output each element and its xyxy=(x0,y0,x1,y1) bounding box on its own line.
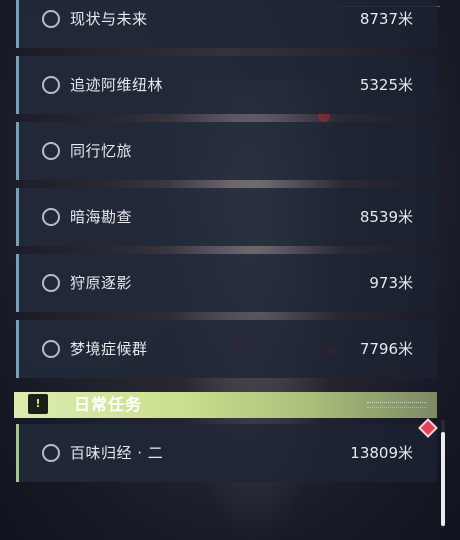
quest-status-circle-icon xyxy=(42,10,60,28)
scrollbar-thumb[interactable] xyxy=(441,432,445,526)
quest-name: 同行忆旅 xyxy=(70,142,133,160)
quest-status-circle-icon xyxy=(42,444,60,462)
quest-name: 暗海勘查 xyxy=(70,208,133,226)
quest-name: 狩原逐影 xyxy=(70,274,133,292)
quest-row[interactable]: 梦境症候群 7796米 xyxy=(16,320,437,378)
quest-row[interactable]: 追迹阿维纽林 5325米 xyxy=(16,56,437,114)
quest-row[interactable]: 暗海勘查 8539米 xyxy=(16,188,437,246)
quest-status-circle-icon xyxy=(42,340,60,358)
quest-distance: 13809米 xyxy=(350,444,413,462)
quest-name: 梦境症候群 xyxy=(70,340,148,358)
daily-quest-row[interactable]: 百味归经 · 二 13809米 xyxy=(16,424,437,482)
quest-name: 现状与未来 xyxy=(70,10,148,28)
quest-distance: 5325米 xyxy=(359,76,413,94)
quest-row[interactable]: 同行忆旅 xyxy=(16,122,437,180)
quest-row[interactable]: 现状与未来 8737米 xyxy=(16,0,437,48)
quest-status-circle-icon xyxy=(42,76,60,94)
section-title: 日常任务 xyxy=(74,395,143,414)
quest-distance: 8539米 xyxy=(359,208,413,226)
quest-name: 百味归经 · 二 xyxy=(70,444,164,462)
exclamation-icon: ! xyxy=(28,394,48,414)
quest-distance: 973米 xyxy=(369,274,413,292)
quest-distance: 7796米 xyxy=(359,340,413,358)
quest-distance: 8737米 xyxy=(359,10,413,28)
quest-name: 追迹阿维纽林 xyxy=(70,76,164,94)
quest-row[interactable]: 狩原逐影 973米 xyxy=(16,254,437,312)
header-decoration xyxy=(367,402,427,408)
quest-status-circle-icon xyxy=(42,274,60,292)
daily-quests-header: ! 日常任务 xyxy=(14,392,437,418)
quest-status-circle-icon xyxy=(42,142,60,160)
quest-status-circle-icon xyxy=(42,208,60,226)
